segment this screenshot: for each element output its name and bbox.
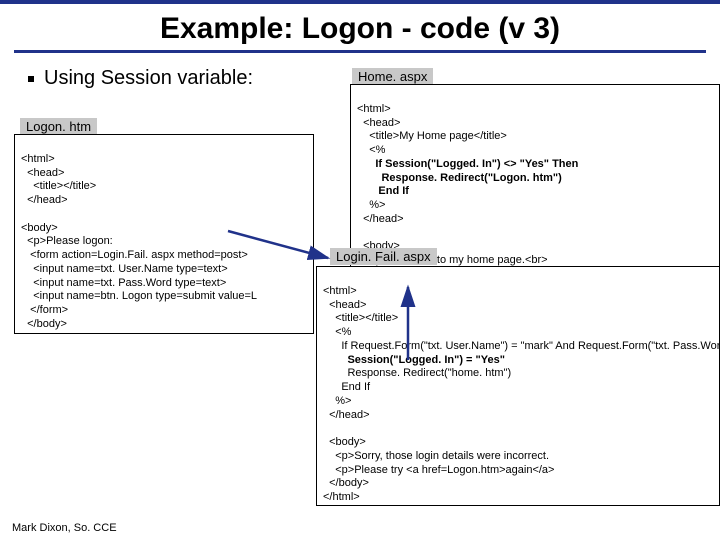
- arrows: [0, 0, 720, 540]
- footer-text: Mark Dixon, So. CCE: [12, 522, 117, 534]
